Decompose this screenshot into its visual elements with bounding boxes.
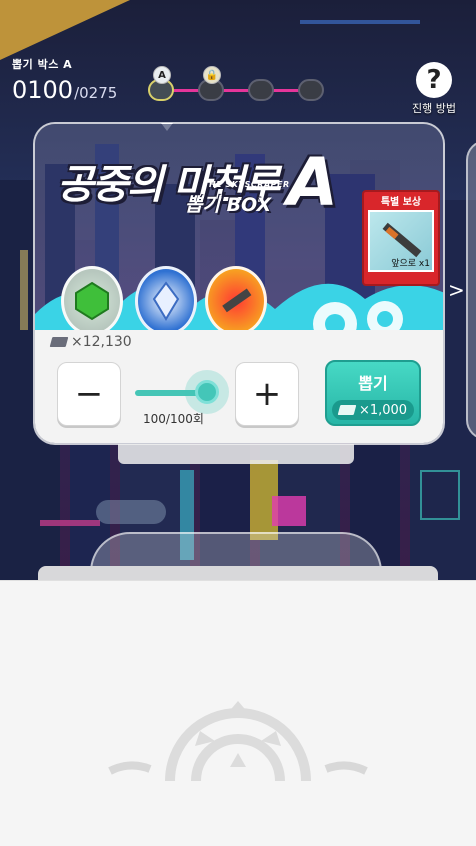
special-reward-qty: 앞으로 x1	[391, 259, 430, 269]
box-info: 뽑기 박스 A 0100 / 0275	[12, 56, 117, 104]
stage-b[interactable]: 🔒	[198, 66, 224, 101]
chevron-right-icon[interactable]: >	[448, 278, 465, 302]
banner-title-box: 뽑기 BOX	[185, 194, 272, 216]
lock-icon: 🔒	[203, 66, 221, 84]
count-current: 0100	[12, 76, 74, 104]
stage-indicator: A 🔒	[148, 62, 328, 131]
box-count: 0100 / 0275	[12, 76, 117, 104]
corner-decoration	[0, 0, 130, 60]
special-reward-tag[interactable]: 특별 보상 앞으로 x1	[362, 190, 440, 286]
decrease-button[interactable]: −	[57, 362, 121, 426]
stage-a-badge: A	[153, 66, 171, 84]
draw-button[interactable]: 뽑기 ×1,000	[325, 360, 421, 426]
crystal-emblem-icon[interactable]	[135, 266, 197, 336]
ticket-balance-text: ×12,130	[71, 334, 132, 350]
help-button[interactable]: ? 진행 방법	[404, 62, 464, 118]
ticket-icon	[337, 405, 357, 415]
special-reward-weapon-icon: 앞으로 x1	[368, 210, 434, 272]
next-box-card[interactable]	[466, 140, 476, 440]
special-reward-title: 특별 보상	[380, 197, 422, 208]
count-max: 0275	[79, 84, 118, 102]
ticket-balance: ×12,130	[49, 334, 132, 350]
stage-c[interactable]	[248, 79, 274, 101]
help-label: 진행 방법	[412, 102, 456, 115]
weapon-egg-icon[interactable]	[205, 266, 267, 336]
machine-top-tab	[118, 444, 354, 464]
bottom-panel	[0, 580, 476, 846]
quantity-label: 100/100회	[143, 412, 204, 426]
quantity-slider-thumb[interactable]	[195, 380, 219, 404]
ticket-icon	[49, 337, 69, 347]
draw-label: 뽑기	[358, 374, 388, 393]
question-icon: ?	[416, 62, 452, 98]
emblem-watermark	[108, 701, 368, 781]
increase-button[interactable]: +	[235, 362, 299, 426]
banner-title-sub: THE SKYSCRAPER	[203, 180, 290, 189]
green-gem-icon[interactable]	[61, 266, 123, 336]
stage-line	[162, 89, 312, 92]
banner-title-letter: A	[287, 144, 339, 221]
draw-cost: ×1,000	[332, 400, 414, 420]
stage-d[interactable]	[298, 79, 324, 101]
draw-cost-text: ×1,000	[358, 402, 408, 418]
stage-a[interactable]: A	[148, 66, 174, 131]
box-name: 뽑기 박스 A	[12, 58, 73, 71]
